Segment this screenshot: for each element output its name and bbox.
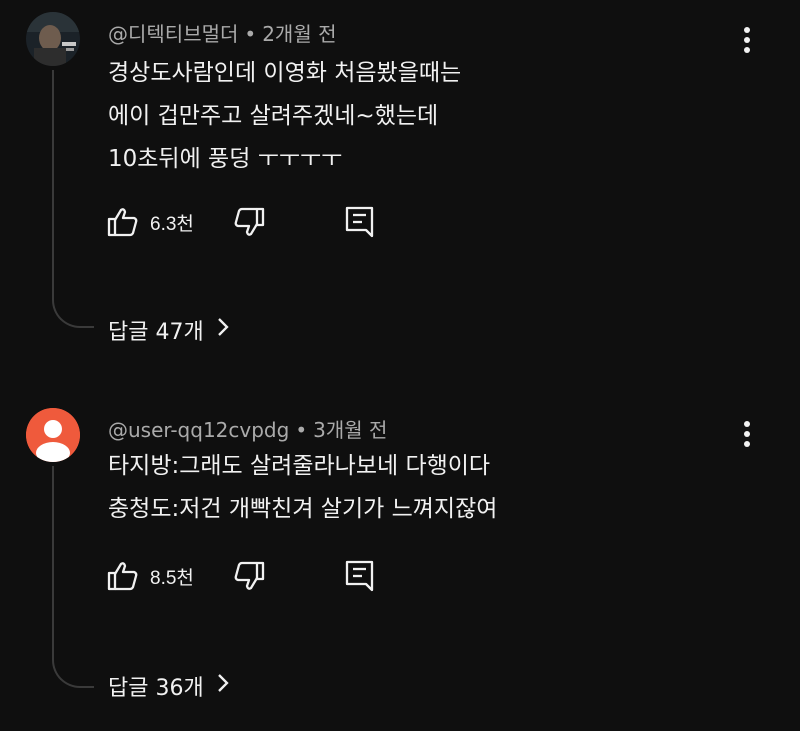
comment-text: 타지방:그래도 살려줄라나보네 다행이다 충청도:저건 개빡친겨 살기가 느껴지…: [108, 445, 497, 531]
author-name[interactable]: @user-qq12cvpdg: [108, 418, 289, 442]
meta-separator: •: [244, 22, 257, 46]
like-button[interactable]: 6.3천: [106, 204, 194, 240]
view-replies-button[interactable]: 답글 47개: [108, 314, 230, 346]
thumbs-down-icon: [232, 559, 266, 593]
more-vertical-icon[interactable]: [734, 22, 760, 58]
avatar[interactable]: [26, 12, 80, 66]
reply-button[interactable]: [344, 204, 376, 240]
chevron-right-icon: [216, 672, 230, 700]
comment-time: 2개월 전: [262, 22, 337, 46]
thumbs-up-icon: [106, 205, 140, 239]
comment-thread: @user-qq12cvpdg • 3개월 전 타지방:그래도 살려줄라나보네 다행…: [0, 390, 800, 731]
comment-text: 경상도사람인데 이영화 처음봤을때는 에이 겁만주고 살려주겠네~했는데 10초…: [108, 52, 461, 181]
photo-avatar-icon: [26, 12, 80, 66]
dislike-button[interactable]: [232, 204, 266, 240]
reply-button[interactable]: [344, 558, 376, 594]
replies-count-label: 답글 47개: [108, 320, 204, 345]
avatar[interactable]: [26, 408, 80, 462]
thread-connector-line: [52, 70, 94, 328]
thumbs-up-icon: [106, 559, 140, 593]
dislike-button[interactable]: [232, 558, 266, 594]
comment-meta: @디텍티브멀더 • 2개월 전: [108, 18, 337, 47]
reply-comment-icon: [344, 205, 376, 239]
author-name[interactable]: @디텍티브멀더: [108, 22, 238, 46]
comment-actions: 6.3천: [106, 204, 406, 240]
reply-comment-icon: [344, 559, 376, 593]
meta-separator: •: [295, 418, 308, 442]
comment-time: 3개월 전: [313, 418, 388, 442]
like-count: 8.5천: [150, 567, 194, 589]
more-vertical-icon[interactable]: [734, 416, 760, 452]
thread-connector-line: [52, 466, 94, 688]
comment-line: 충청도:저건 개빡친겨 살기가 느껴지잖여: [108, 496, 498, 522]
comment-line: 경상도사람인데 이영화 처음봤을때는: [108, 60, 462, 86]
chevron-right-icon: [216, 316, 230, 344]
thumbs-down-icon: [232, 205, 266, 239]
comment-actions: 8.5천: [106, 558, 406, 594]
comment-line: 타지방:그래도 살려줄라나보네 다행이다: [108, 453, 491, 479]
comment-line: 에이 겁만주고 살려주겠네~했는데: [108, 103, 439, 129]
like-button[interactable]: 8.5천: [106, 558, 194, 594]
comment-line: 10초뒤에 풍덩 ㅜㅜㅜㅜ: [108, 146, 343, 172]
view-replies-button[interactable]: 답글 36개: [108, 670, 230, 702]
comment-meta: @user-qq12cvpdg • 3개월 전: [108, 414, 387, 443]
default-person-avatar-icon: [26, 408, 80, 462]
comment-thread: @디텍티브멀더 • 2개월 전 경상도사람인데 이영화 처음봤을때는 에이 겁만주고…: [0, 0, 800, 360]
replies-count-label: 답글 36개: [108, 676, 204, 701]
like-count: 6.3천: [150, 213, 194, 235]
